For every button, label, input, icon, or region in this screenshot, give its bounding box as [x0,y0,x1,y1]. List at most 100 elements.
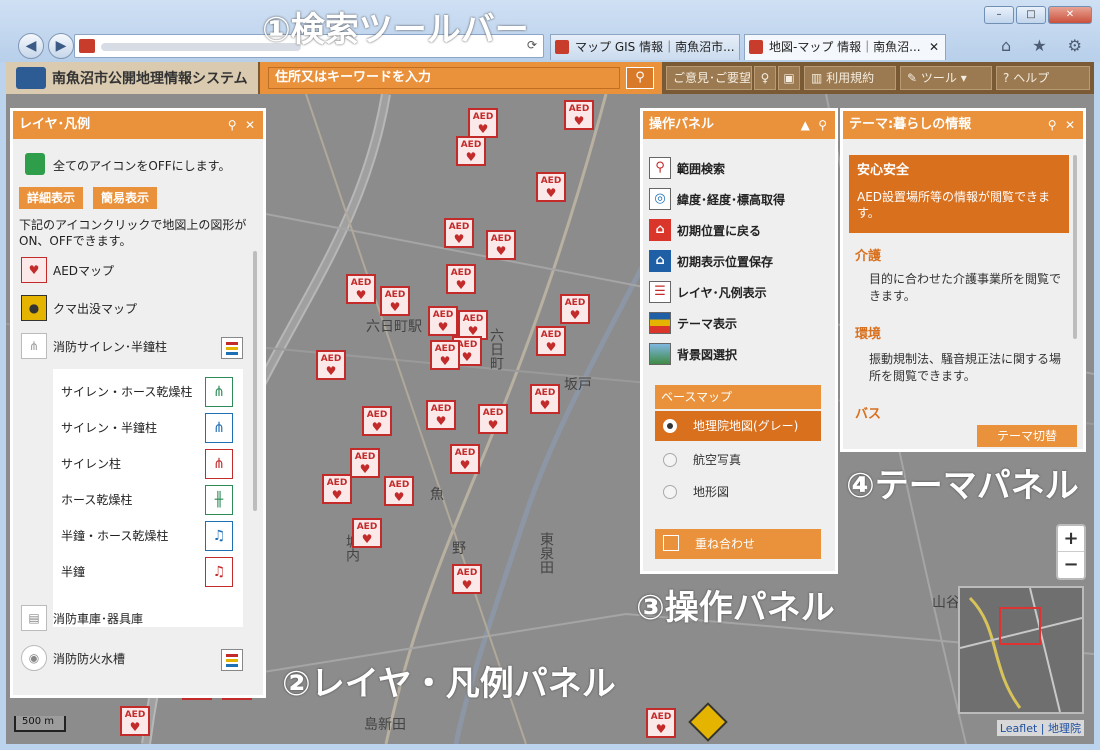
bulb-icon[interactable]: ♀ [754,66,776,90]
layer-item-aed[interactable]: ♥ AEDマップ [21,257,114,283]
minimap[interactable] [958,586,1084,714]
op-theme[interactable]: テーマ表示 [649,312,737,334]
aed-marker[interactable]: AED♥ [384,476,414,506]
collapse-icon[interactable]: ▲ [801,118,810,132]
overlay-toggle[interactable]: 重ね合わせ [655,529,821,559]
basemap-option-terrain[interactable]: 地形図 [655,477,821,507]
overlay-checkbox[interactable] [663,535,679,551]
tab-detail[interactable]: 詳細表示 [19,187,84,209]
theme-category-bus[interactable]: バス [855,403,881,422]
zoom-out-button[interactable]: − [1058,552,1084,578]
aed-marker[interactable]: AED♥ [456,136,486,166]
basemap-option-aerial[interactable]: 航空写真 [655,445,821,475]
maximize-button[interactable]: □ [1016,6,1046,24]
aed-marker[interactable]: AED♥ [352,518,382,548]
radio-button[interactable] [663,485,677,499]
close-icon[interactable]: ✕ [245,118,255,132]
aed-marker[interactable]: AED♥ [346,274,376,304]
sublayer-item[interactable]: ホース乾燥柱 ╫ [61,485,237,515]
aed-marker[interactable]: AED♥ [380,286,410,316]
op-legend[interactable]: ☰ レイヤ･凡例表示 [649,281,767,303]
op-coordinate[interactable]: ◎ 緯度･経度･標高取得 [649,188,785,210]
pin-icon[interactable]: ⚲ [228,118,237,132]
op-background[interactable]: 背景図選択 [649,343,737,365]
zoom-in-button[interactable]: + [1058,526,1084,552]
aed-marker[interactable]: AED♥ [536,326,566,356]
map-off-icon[interactable] [25,153,45,175]
aed-marker[interactable]: AED♥ [560,294,590,324]
sublayer-item[interactable]: サイレン・半鐘柱 ⋔ [61,413,237,443]
aed-marker[interactable]: AED♥ [362,406,392,436]
help-button[interactable]: ? ヘルプ [996,66,1090,90]
aed-marker[interactable]: AED♥ [468,108,498,138]
aed-marker[interactable]: AED♥ [536,172,566,202]
aed-marker[interactable]: AED♥ [120,706,150,736]
legend-icon[interactable] [221,337,243,359]
legend-icon[interactable] [221,649,243,671]
aed-marker[interactable]: AED♥ [450,444,480,474]
op-label: 初期位置に戻る [677,223,762,238]
op-save-home[interactable]: ⌂ 初期表示位置保存 [649,250,773,272]
pin-icon[interactable]: ⚲ [1048,118,1057,132]
op-range-search[interactable]: ⚲ 範囲検索 [649,157,725,179]
search-button[interactable]: ⚲ [626,67,654,89]
aed-marker[interactable]: AED♥ [564,100,594,130]
layer-item-water-tank[interactable]: ◉ 消防防火水槽 [21,645,125,671]
aed-marker[interactable]: AED♥ [430,340,460,370]
app-logo[interactable]: 南魚沼市公開地理情報システム [6,62,258,94]
tools-button[interactable]: ✎ ツール ▾ [900,66,992,90]
aed-marker[interactable]: AED♥ [486,230,516,260]
theme-switch-button[interactable]: テーマ切替 [977,425,1077,447]
minimize-button[interactable]: – [984,6,1014,24]
aed-marker-label: AED [320,354,342,364]
siren-bell-icon: ⋔ [205,413,233,443]
chat-icon[interactable]: ▣ [778,66,800,90]
aed-marker-label: AED [124,710,146,720]
layer-item-garage[interactable]: ▤ 消防車庫･器具庫 [21,605,143,631]
op-home[interactable]: ⌂ 初期位置に戻る [649,219,761,241]
radio-button[interactable] [663,419,677,433]
search-input[interactable]: 住所又はキーワードを入力 [268,67,620,89]
tab-close-icon[interactable]: ✕ [929,35,939,59]
feedback-button[interactable]: ご意見･ご要望 [666,66,752,90]
browser-tab-2[interactable]: 地図-マップ 情報｜南魚沼... ✕ [744,34,946,60]
sublayer-item[interactable]: 半鐘・ホース乾燥柱 ♫ [61,521,237,551]
aed-marker[interactable]: AED♥ [428,306,458,336]
aed-marker[interactable]: AED♥ [452,564,482,594]
aed-marker[interactable]: AED♥ [426,400,456,430]
aed-marker[interactable]: AED♥ [446,264,476,294]
aed-marker[interactable]: AED♥ [530,384,560,414]
aed-marker-label: AED [326,478,348,488]
aed-marker-label: AED [482,408,504,418]
map-attribution[interactable]: Leaflet | 地理院 [996,720,1084,736]
aed-marker[interactable]: AED♥ [350,448,380,478]
layer-scrollbar[interactable] [253,251,257,511]
layer-item-siren[interactable]: ⋔ 消防サイレン･半鐘柱 [21,333,167,359]
aed-marker[interactable]: AED♥ [316,350,346,380]
sublayer-item[interactable]: 半鐘 ♫ [61,557,237,587]
layer-item-bear[interactable]: ● クマ出没マップ [21,295,137,321]
radio-button[interactable] [663,453,677,467]
aed-marker[interactable]: AED♥ [444,218,474,248]
sublayer-item[interactable]: サイレン・ホース乾燥柱 ⋔ [61,377,237,407]
close-button[interactable]: ✕ [1048,6,1092,24]
aed-marker[interactable]: AED♥ [646,708,676,738]
back-icon[interactable]: ◀ [18,33,44,59]
forward-icon[interactable]: ▶ [48,33,74,59]
tab-simple[interactable]: 簡易表示 [93,187,158,209]
basemap-option-gray[interactable]: 地理院地図(グレー) [655,411,821,441]
aed-marker[interactable]: AED♥ [322,474,352,504]
terms-button[interactable]: ▥ 利用規約 [804,66,896,90]
theme-category-care[interactable]: 介護 [855,245,881,264]
chrome-toolbar-icons[interactable]: ⌂ ★ ⚙ [1001,36,1090,55]
theme-item-selected[interactable]: 安心安全 AED設置場所等の情報が閲覧できます。 [849,155,1069,233]
close-icon[interactable]: ✕ [1065,118,1075,132]
pin-icon[interactable]: ⚲ [818,118,827,132]
aed-marker-label: AED [456,568,478,578]
sublayer-item[interactable]: サイレン柱 ⋔ [61,449,237,479]
theme-scrollbar[interactable] [1073,155,1077,339]
theme-category-environment[interactable]: 環境 [855,323,881,342]
aed-marker[interactable]: AED♥ [478,404,508,434]
browser-tab-1[interactable]: マップ GIS 情報｜南魚沼市... [550,34,740,60]
tab-favicon [749,40,763,54]
